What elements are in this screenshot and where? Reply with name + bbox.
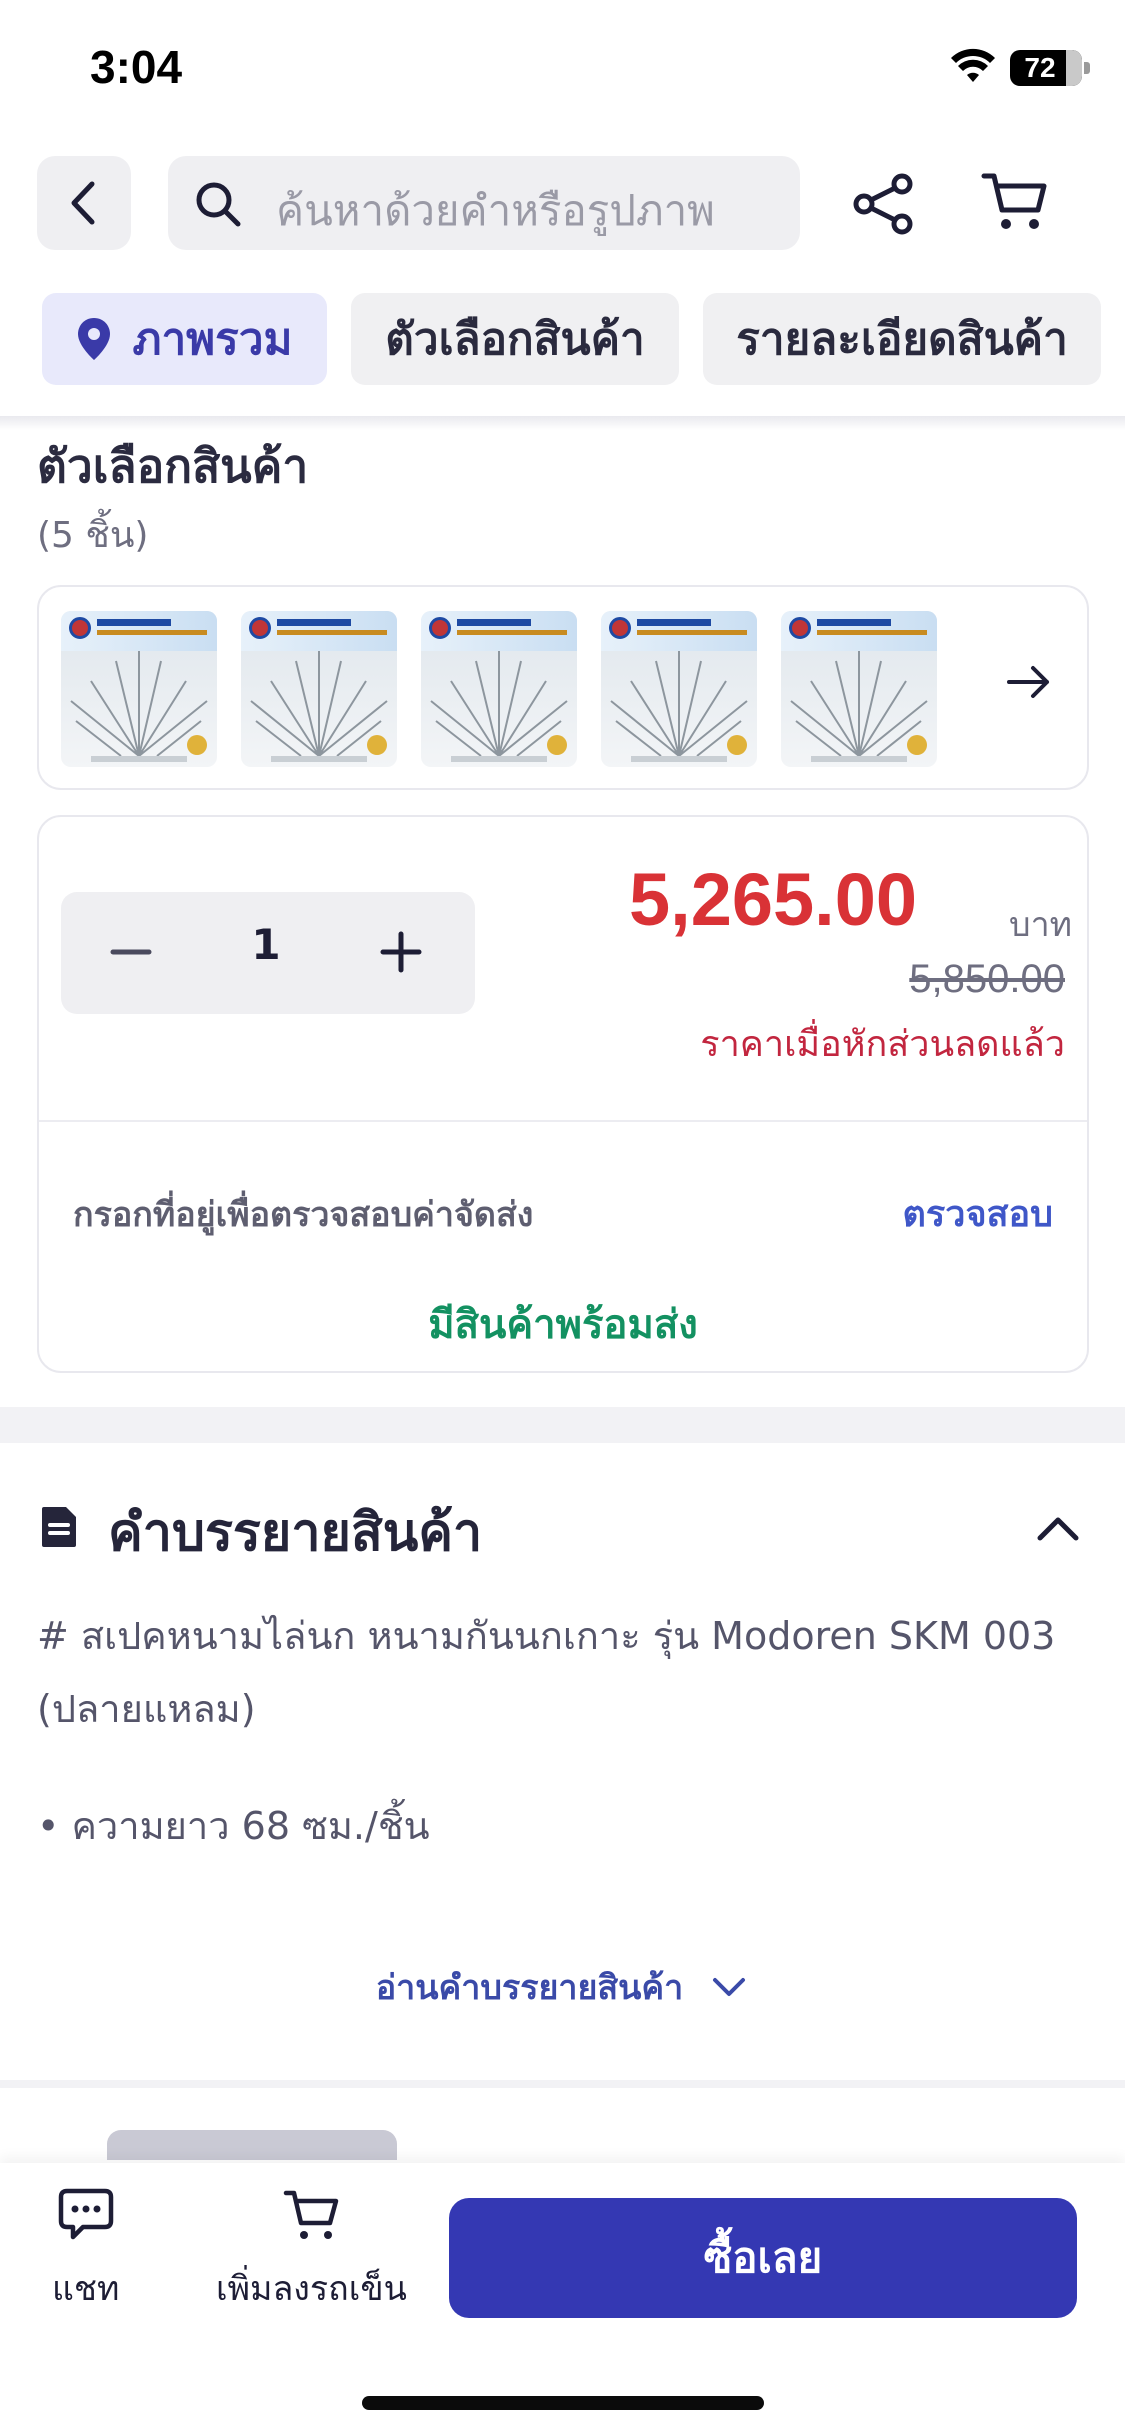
status-time: 3:04 bbox=[90, 41, 183, 93]
section-tabs: ภาพรวม ตัวเลือกสินค้า รายละเอียดสินค้า bbox=[0, 290, 1125, 390]
tab-overview[interactable]: ภาพรวม bbox=[42, 293, 327, 385]
chat-bubble-icon bbox=[58, 2188, 113, 2240]
quantity-value[interactable]: 1 bbox=[211, 920, 321, 969]
current-price: 5,265.00 bbox=[629, 858, 918, 941]
location-pin-icon bbox=[78, 318, 111, 360]
search-placeholder: ค้นหาด้วยคำหรือรูปภาพ bbox=[276, 186, 715, 235]
divider bbox=[39, 1120, 1087, 1122]
add-to-cart-button[interactable]: เพิ่มลงรถเข็น bbox=[216, 2185, 407, 2315]
shipping-check-link[interactable]: ตรวจสอบ bbox=[903, 1185, 1053, 1242]
add-to-cart-label: เพิ่มลงรถเข็น bbox=[216, 2269, 407, 2309]
minus-icon[interactable] bbox=[101, 922, 161, 982]
nav-shadow bbox=[0, 416, 1125, 430]
document-icon bbox=[42, 1507, 76, 1547]
option-thumbnail[interactable] bbox=[601, 611, 757, 767]
purchase-card: 1 5,265.00 บาท 5,850.00 ราคาเมื่อหักส่วน… bbox=[37, 815, 1089, 1373]
options-title: ตัวเลือกสินค้า bbox=[37, 439, 309, 493]
description-title: คำบรรยายสินค้า bbox=[108, 1503, 483, 1563]
description-bullet: • ความยาว 68 ซม./ชิ้น bbox=[37, 1804, 430, 1848]
next-section-peek bbox=[37, 2130, 437, 2160]
cart-icon[interactable] bbox=[980, 170, 1050, 234]
chat-button[interactable]: แชท bbox=[52, 2185, 119, 2315]
search-input[interactable]: ค้นหาด้วยคำหรือรูปภาพ bbox=[168, 156, 800, 250]
option-thumbnails bbox=[37, 585, 1089, 790]
stock-status: มีสินค้าพร้อมส่ง bbox=[428, 1302, 698, 1348]
section-separator bbox=[0, 2080, 1125, 2088]
option-thumbnail[interactable] bbox=[241, 611, 397, 767]
tab-details[interactable]: รายละเอียดสินค้า bbox=[703, 293, 1101, 385]
description-text-cont: (ปลายแหลม) bbox=[37, 1687, 256, 1731]
price-note: ราคาเมื่อหักส่วนลดแล้ว bbox=[700, 1024, 1065, 1065]
status-bar: 3:04 72 bbox=[0, 0, 1125, 140]
chat-label: แชท bbox=[52, 2269, 120, 2309]
read-more-button[interactable]: อ่านคำบรรยายสินค้า bbox=[0, 1960, 1125, 2014]
option-thumbnail[interactable] bbox=[61, 611, 217, 767]
tab-options[interactable]: ตัวเลือกสินค้า bbox=[351, 293, 679, 385]
battery-icon: 72 bbox=[1010, 50, 1082, 86]
chevron-left-icon bbox=[71, 181, 95, 225]
cart-icon bbox=[284, 2190, 339, 2239]
tab-options-label: ตัวเลือกสินค้า bbox=[385, 314, 645, 365]
top-nav: ค้นหาด้วยคำหรือรูปภาพ bbox=[0, 140, 1125, 270]
description-text: # สเปคหนามไล่นก หนามกันนกเกาะ รุ่น Modor… bbox=[37, 1614, 1056, 1658]
chevron-up-icon[interactable] bbox=[1030, 1500, 1086, 1556]
read-more-label: อ่านคำบรรยายสินค้า bbox=[375, 1968, 684, 2008]
battery-level: 72 bbox=[1024, 52, 1056, 83]
shipping-label: กรอกที่อยู่เพื่อตรวจสอบค่าจัดส่ง bbox=[73, 1195, 534, 1235]
battery-nub bbox=[1084, 62, 1090, 74]
wifi-icon bbox=[951, 48, 995, 82]
arrow-right-icon[interactable] bbox=[999, 652, 1059, 712]
option-thumbnail[interactable] bbox=[781, 611, 937, 767]
home-indicator bbox=[362, 2396, 764, 2410]
original-price: 5,850.00 bbox=[909, 957, 1065, 1001]
tab-details-label: รายละเอียดสินค้า bbox=[736, 314, 1068, 365]
back-button[interactable] bbox=[37, 156, 131, 250]
buy-now-button[interactable]: ซื้อเลย bbox=[449, 2198, 1077, 2318]
options-count: (5 ชิ้น) bbox=[37, 515, 149, 556]
option-thumbnail[interactable] bbox=[421, 611, 577, 767]
chevron-down-icon bbox=[713, 1978, 746, 1996]
search-icon bbox=[196, 182, 241, 227]
currency-label: บาท bbox=[1009, 905, 1073, 945]
share-icon[interactable] bbox=[850, 172, 920, 236]
tab-overview-label: ภาพรวม bbox=[132, 314, 293, 365]
section-separator bbox=[0, 1407, 1125, 1443]
plus-icon[interactable] bbox=[371, 922, 431, 982]
quantity-stepper: 1 bbox=[61, 892, 475, 1014]
